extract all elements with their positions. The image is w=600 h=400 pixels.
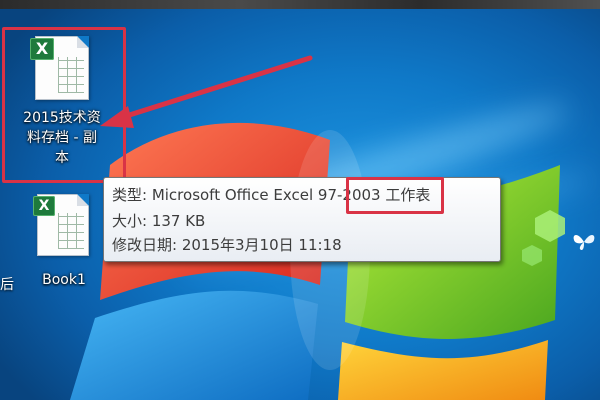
- annotation-box-version: [346, 177, 444, 214]
- spreadsheet-grid: [58, 213, 84, 249]
- page-fold: [77, 194, 89, 206]
- tooltip-modified: 修改日期: 2015年3月10日 11:18: [112, 236, 342, 254]
- excel-badge-icon: X: [33, 196, 55, 216]
- annotation-box-icon: [2, 27, 126, 183]
- offscreen-icon-label: 后: [0, 277, 14, 293]
- tooltip-size: 大小: 137 KB: [112, 212, 206, 230]
- icon-label: Book1: [42, 272, 86, 288]
- desktop[interactable]: X 2015技术资 料存档 - 副 本 X Book1 后 类型: Micros…: [0, 0, 600, 400]
- desktop-icon-book1[interactable]: X Book1: [20, 190, 108, 294]
